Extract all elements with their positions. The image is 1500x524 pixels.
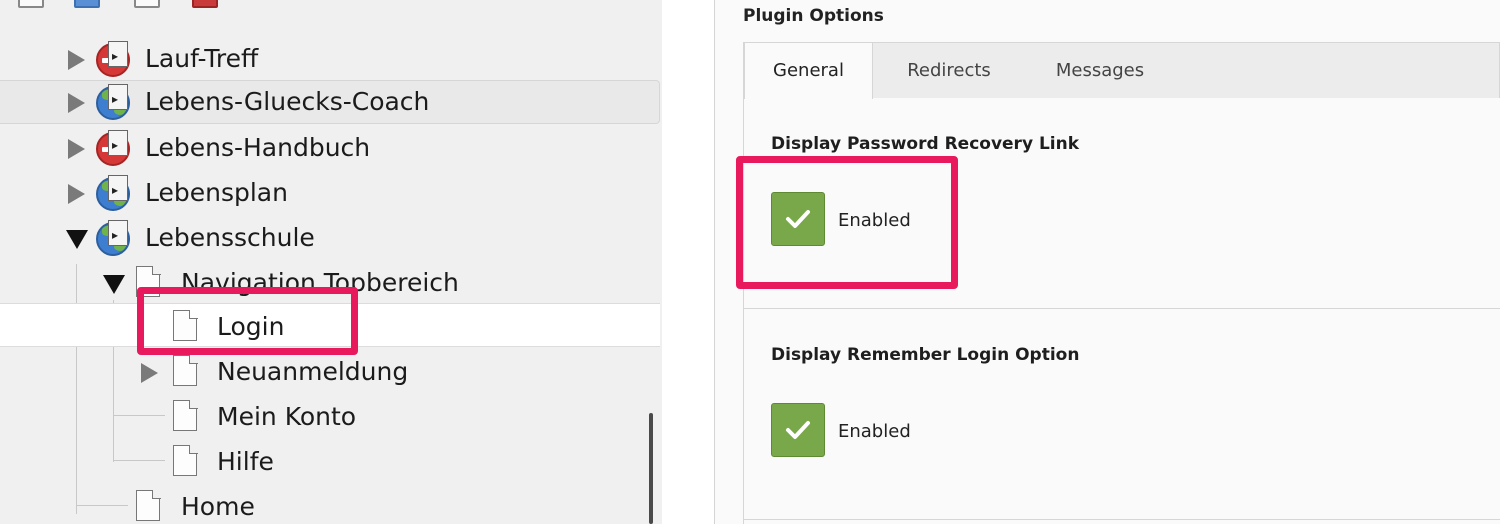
tree-item-mein-konto[interactable]: Mein Konto — [0, 395, 660, 439]
section-divider — [744, 519, 1500, 520]
tree-item-hilfe[interactable]: Hilfe — [0, 440, 660, 484]
tree-toolbar — [0, 0, 662, 8]
remember-login-checkbox[interactable] — [771, 403, 825, 457]
tab-strip: General Redirects Messages — [743, 42, 1500, 99]
toolbar-delete-icon[interactable] — [192, 0, 218, 8]
tab-messages[interactable]: Messages — [1034, 43, 1166, 99]
toolbar-new-page-icon[interactable] — [74, 0, 100, 8]
remember-login-state: Enabled — [838, 421, 911, 442]
site-globe-icon — [96, 175, 132, 211]
tab-general[interactable]: General — [744, 42, 873, 99]
site-disabled-icon — [96, 41, 132, 77]
tree-item-label: Home — [181, 492, 255, 521]
site-globe-icon — [96, 220, 132, 256]
tree-item-lebensplan[interactable]: Lebensplan — [0, 171, 660, 215]
page-icon — [173, 444, 198, 476]
section-divider — [744, 308, 1500, 309]
toolbar-page-icon[interactable] — [18, 0, 44, 8]
tree-item-lebensschule[interactable]: Lebensschule — [0, 216, 660, 260]
tree-item-lebens-handbuch[interactable]: Lebens-Handbuch — [0, 126, 660, 170]
password-recovery-label: Display Password Recovery Link — [771, 134, 1080, 154]
tree-item-lebens-gluecks-coach[interactable]: Lebens-Gluecks-Coach — [0, 80, 660, 124]
tree-item-label: Hilfe — [217, 447, 274, 476]
tree-item-label: Lebensschule — [145, 223, 315, 252]
expand-toggle-icon[interactable] — [68, 139, 85, 159]
panel-gutter — [662, 0, 714, 524]
tree-item-label: Lebens-Gluecks-Coach — [145, 87, 430, 116]
page-icon — [173, 399, 198, 431]
tree-item-label: Lebensplan — [145, 178, 288, 207]
tab-redirects[interactable]: Redirects — [884, 43, 1014, 99]
tree-item-label: Neuanmeldung — [217, 357, 409, 386]
check-icon — [786, 421, 810, 439]
plugin-options-title: Plugin Options — [743, 6, 884, 26]
collapse-toggle-icon[interactable] — [66, 230, 88, 249]
tree-item-label: Lauf-Treff — [145, 44, 259, 73]
tree-item-lauf-treff[interactable]: Lauf-Treff — [0, 37, 660, 81]
tree-item-label: Lebens-Handbuch — [145, 133, 371, 162]
plugin-options-panel: Plugin Options General Redirects Message… — [715, 0, 1500, 524]
expand-toggle-icon[interactable] — [68, 93, 85, 113]
expand-toggle-icon[interactable] — [68, 184, 85, 204]
remember-login-label: Display Remember Login Option — [771, 345, 1080, 365]
highlight-box — [736, 156, 958, 289]
site-disabled-icon — [96, 130, 132, 166]
collapse-toggle-icon[interactable] — [103, 275, 125, 294]
tree-item-home[interactable]: Home — [0, 485, 660, 524]
page-tree-panel: Lauf-Treff Lebens-Gluecks-Coach Lebens-H… — [0, 0, 662, 524]
tree-item-neuanmeldung[interactable]: Neuanmeldung — [0, 350, 660, 394]
tree-item-label: Mein Konto — [217, 402, 357, 431]
expand-toggle-icon[interactable] — [68, 50, 85, 70]
expand-toggle-icon[interactable] — [141, 363, 158, 383]
toolbar-copy-icon[interactable] — [134, 0, 160, 8]
page-icon — [173, 354, 198, 386]
page-icon — [136, 489, 161, 521]
tree-scrollbar[interactable] — [649, 413, 653, 524]
highlight-box — [137, 287, 358, 355]
site-globe-icon — [96, 84, 132, 120]
